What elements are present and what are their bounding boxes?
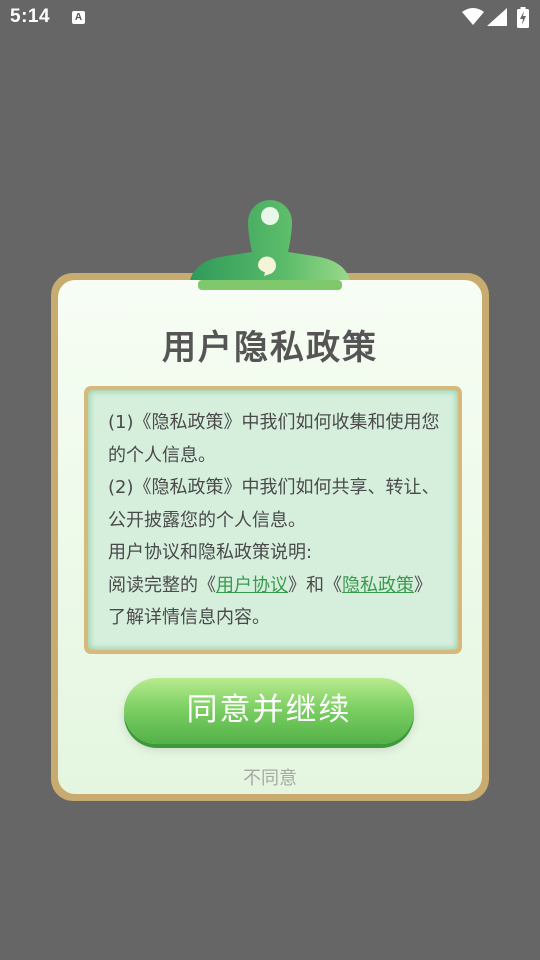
- privacy-paragraph-2: (2)《隐私政策》中我们如何共享、转让、公开披露您的个人信息。: [108, 477, 440, 531]
- battery-charging-icon: [517, 7, 529, 28]
- privacy-policy-link[interactable]: 隐私政策: [342, 575, 414, 596]
- dialog-title: 用户隐私政策: [162, 328, 378, 368]
- user-agreement-link[interactable]: 用户协议: [216, 575, 288, 596]
- privacy-paragraph-3: 用户协议和隐私政策说明:: [108, 542, 313, 563]
- privacy-text: (1)《隐私政策》中我们如何收集和使用您的个人信息。 (2)《隐私政策》中我们如…: [108, 407, 440, 635]
- signal-icon: [487, 8, 507, 26]
- status-bar: 5:14 A: [0, 0, 540, 36]
- wifi-icon: [462, 8, 484, 25]
- status-time: 5:14: [10, 6, 51, 27]
- text-middle: 》和《: [288, 574, 342, 596]
- clipboard-clip-icon: [190, 200, 350, 290]
- notification-a-icon: A: [72, 11, 85, 24]
- agree-continue-button[interactable]: 同意并继续: [124, 678, 414, 744]
- disagree-button[interactable]: 不同意: [220, 764, 320, 790]
- privacy-paragraph-4: 阅读完整的《用户协议》和《隐私政策》了解详情信息内容。: [108, 570, 440, 635]
- text-prefix: 阅读完整的《: [108, 574, 216, 596]
- privacy-paragraph-1: (1)《隐私政策》中我们如何收集和使用您的个人信息。: [108, 412, 440, 466]
